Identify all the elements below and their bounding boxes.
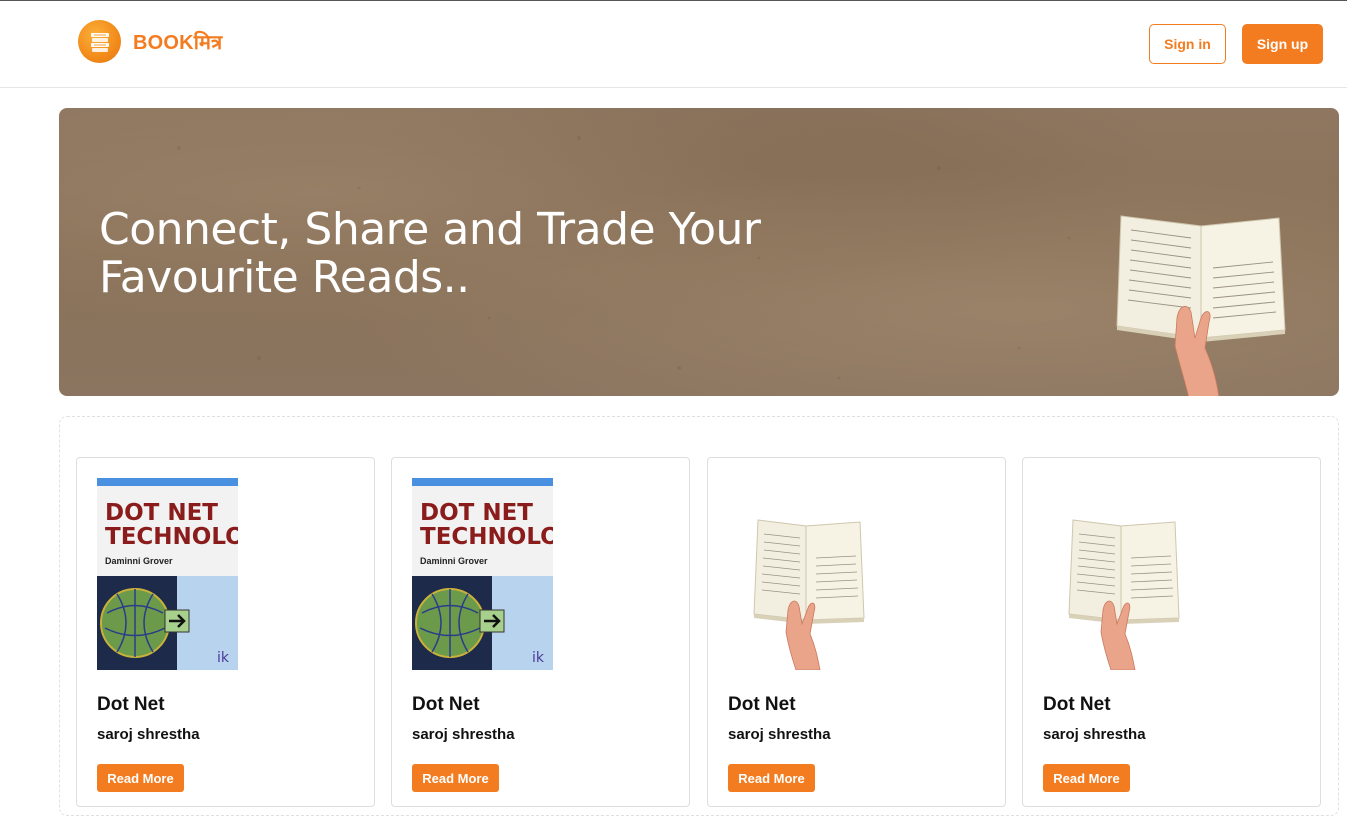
book-cover-image[interactable]: DOT NET TECHNOLOGY Daminni Grover ik [97, 478, 280, 670]
hero-headline-line-1: Connect, Share and Trade Your [99, 204, 761, 255]
read-more-button[interactable]: Read More [1043, 764, 1130, 792]
stacked-books-icon [78, 20, 121, 63]
book-author: saroj shrestha [412, 726, 515, 743]
book-title: Dot Net [97, 694, 165, 715]
read-more-button[interactable]: Read More [412, 764, 499, 792]
read-more-button[interactable]: Read More [97, 764, 184, 792]
cover-title-line-2: TECHNOLOGY [105, 524, 238, 550]
svg-text:ik: ik [532, 650, 545, 666]
brand-name: BOOKमित्र [133, 32, 223, 54]
svg-text:ik: ik [217, 650, 230, 666]
book-card[interactable]: Dot Net saroj shrestha Read More [1022, 457, 1321, 807]
book-author: saroj shrestha [728, 726, 831, 743]
site-header: BOOKमित्र Sign in Sign up [0, 1, 1347, 88]
book-title: Dot Net [728, 694, 796, 715]
book-author: saroj shrestha [1043, 726, 1146, 743]
book-card[interactable]: DOT NET TECHNOLOGY Daminni Grover ik Dot… [391, 457, 690, 807]
book-title: Dot Net [1043, 694, 1111, 715]
cover-author: Daminni Grover [105, 556, 173, 566]
hero-headline-line-2: Favourite Reads.. [99, 252, 470, 303]
book-title: Dot Net [412, 694, 480, 715]
book-card[interactable]: DOT NET TECHNOLOGY Daminni Grover ik Dot… [76, 457, 375, 807]
hero-banner: Connect, Share and Trade Your Favourite … [59, 108, 1339, 396]
book-cover-image[interactable] [728, 478, 888, 671]
open-book-image [1109, 198, 1299, 396]
book-card[interactable]: Dot Net saroj shrestha Read More [707, 457, 1006, 807]
cover-title-line-1: DOT NET [420, 500, 533, 526]
cover-title-line-2: TECHNOLOGY [420, 524, 553, 550]
hero-headline: Connect, Share and Trade Your Favourite … [99, 206, 799, 302]
book-cover-image[interactable]: DOT NET TECHNOLOGY Daminni Grover ik [412, 478, 595, 670]
book-cover-image[interactable] [1043, 478, 1203, 671]
sign-up-button[interactable]: Sign up [1242, 24, 1323, 64]
cover-author: Daminni Grover [420, 556, 488, 566]
cover-title-line-1: DOT NET [105, 500, 218, 526]
brand-logo[interactable]: BOOKमित्र [78, 20, 222, 63]
sign-in-button[interactable]: Sign in [1149, 24, 1226, 64]
book-author: saroj shrestha [97, 726, 200, 743]
read-more-button[interactable]: Read More [728, 764, 815, 792]
